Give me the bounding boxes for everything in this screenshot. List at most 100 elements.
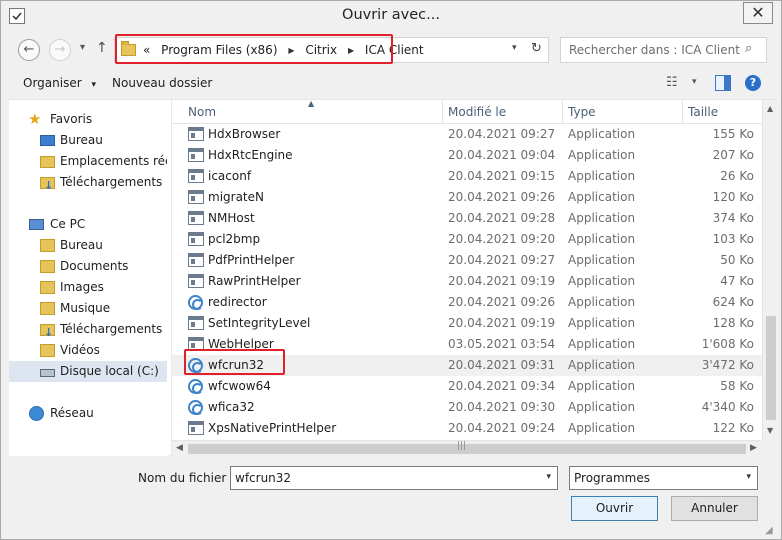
chevron-down-icon[interactable]: ▾ [546, 472, 551, 482]
network-icon [29, 406, 44, 421]
recent-locations-dropdown[interactable]: ▾ [80, 42, 85, 53]
search-icon[interactable]: ⌕ [745, 41, 752, 56]
chevron-down-icon[interactable]: ▾ [746, 472, 751, 482]
search-placeholder[interactable]: Rechercher dans : ICA Client [569, 43, 740, 57]
file-type: Application [568, 274, 636, 288]
refresh-icon[interactable]: ↻ [531, 41, 542, 56]
column-type[interactable]: Type [568, 105, 596, 119]
forward-button[interactable]: → [49, 39, 71, 61]
sidebar-item-documents[interactable]: Documents [9, 256, 167, 277]
address-dropdown-icon[interactable]: ▾ [512, 43, 517, 53]
sidebar-item-images[interactable]: Images [9, 277, 167, 298]
app-icon [188, 253, 204, 267]
file-row[interactable]: HdxBrowser 20.04.2021 09:27 Application 155… [172, 124, 762, 145]
close-button[interactable]: ✕ [743, 2, 773, 24]
sidebar-item-reseau[interactable]: Réseau [9, 403, 167, 424]
address-highlight-box [115, 34, 393, 64]
scroll-down-icon[interactable]: ▼ [767, 426, 773, 435]
file-modified: 20.04.2021 09:28 [448, 211, 556, 225]
open-with-dialog: Ouvrir avec... ✕ ← → ▾ ↑ « Program Files… [0, 0, 782, 540]
file-modified: 20.04.2021 09:30 [448, 400, 556, 414]
file-name: migrateN [208, 190, 264, 204]
sidebar-item-recent-places[interactable]: Emplacements récen [9, 151, 167, 172]
column-name[interactable]: Nom [188, 105, 216, 119]
file-row[interactable]: redirector 20.04.2021 09:26 Application 624… [172, 292, 762, 313]
view-options-icon[interactable]: ☷ [666, 75, 678, 90]
file-name: HdxBrowser [208, 127, 281, 141]
cancel-button[interactable]: Annuler [671, 496, 758, 521]
sidebar-item-favoris[interactable]: ★ Favoris [9, 109, 167, 130]
scroll-corner [762, 440, 778, 456]
citrix-icon [188, 295, 203, 310]
file-row[interactable]: XpsNativePrintHelper 20.04.2021 09:24 Appl… [172, 418, 762, 439]
sidebar-item-pc-bureau[interactable]: Bureau [9, 235, 167, 256]
file-row[interactable]: wfcwow64 20.04.2021 09:34 Application 58 Ko [172, 376, 762, 397]
view-dropdown-icon[interactable]: ▾ [692, 77, 697, 87]
vertical-scrollbar[interactable]: ▲ ▼ [762, 100, 778, 440]
file-row[interactable]: PdfPrintHelper 20.04.2021 09:27 Applicatio… [172, 250, 762, 271]
sidebar-item-downloads[interactable]: Téléchargements [9, 172, 167, 196]
selected-file-highlight-box [184, 349, 285, 375]
app-icon [188, 274, 204, 288]
sidebar-item-bureau[interactable]: Bureau [9, 130, 167, 151]
file-modified: 20.04.2021 09:27 [448, 253, 556, 267]
downloads-folder-icon [40, 322, 55, 343]
app-icon [188, 211, 204, 225]
open-button[interactable]: Ouvrir [571, 496, 658, 521]
file-type-select[interactable]: Programmes ▾ [569, 466, 758, 490]
file-type: Application [568, 148, 636, 162]
column-divider[interactable] [442, 100, 443, 124]
preview-pane-icon[interactable] [715, 75, 731, 91]
filename-value[interactable]: wfcrun32 [235, 471, 291, 485]
horizontal-scrollbar[interactable]: ◀ ||| ▶ [172, 440, 762, 456]
file-row[interactable]: wfica32 20.04.2021 09:30 Application 4'340 … [172, 397, 762, 418]
help-icon[interactable]: ? [745, 75, 761, 91]
sidebar-item-pc-downloads[interactable]: Téléchargements [9, 319, 167, 343]
file-row[interactable]: migrateN 20.04.2021 09:26 Application 120 K… [172, 187, 762, 208]
scroll-left-icon[interactable]: ◀ [176, 443, 183, 453]
file-rows: HdxBrowser 20.04.2021 09:27 Application 155… [172, 124, 762, 440]
file-modified: 20.04.2021 09:19 [448, 316, 556, 330]
sort-ascending-icon: ▲ [308, 99, 315, 108]
recent-places-icon [40, 156, 55, 168]
citrix-icon [188, 379, 203, 394]
file-size: 58 Ko [720, 379, 754, 393]
column-divider[interactable] [682, 100, 683, 124]
file-row[interactable]: icaconf 20.04.2021 09:15 Application 26 Ko [172, 166, 762, 187]
file-row[interactable]: pcl2bmp 20.04.2021 09:20 Application 103 Ko [172, 229, 762, 250]
file-type-value[interactable]: Programmes [574, 471, 650, 485]
file-modified: 20.04.2021 09:26 [448, 295, 556, 309]
column-divider[interactable] [562, 100, 563, 124]
folder-icon [40, 302, 55, 315]
sidebar-item-musique[interactable]: Musique [9, 298, 167, 319]
file-size: 4'340 Ko [701, 400, 754, 414]
up-button[interactable]: ↑ [96, 40, 108, 56]
scroll-up-icon[interactable]: ▲ [767, 104, 773, 113]
file-type: Application [568, 211, 636, 225]
file-modified: 20.04.2021 09:15 [448, 169, 556, 183]
search-box[interactable]: Rechercher dans : ICA Client ⌕ [560, 37, 767, 63]
vertical-scroll-thumb[interactable] [766, 316, 776, 420]
resize-grip-icon[interactable]: ◢ [765, 525, 773, 536]
organize-button[interactable]: Organiser ▾ [23, 76, 96, 90]
file-type: Application [568, 400, 636, 414]
sidebar-item-videos[interactable]: Vidéos [9, 340, 167, 361]
new-folder-button[interactable]: Nouveau dossier [112, 76, 212, 90]
scroll-right-icon[interactable]: ▶ [750, 443, 757, 453]
app-icon [188, 421, 204, 435]
file-row[interactable]: SetIntegrityLevel 20.04.2021 09:19 Applica… [172, 313, 762, 334]
sidebar-item-ce-pc[interactable]: Ce PC [9, 214, 167, 235]
column-modified[interactable]: Modifié le [448, 105, 506, 119]
file-name: icaconf [208, 169, 252, 183]
file-row[interactable]: NMHost 20.04.2021 09:28 Application 374 Ko [172, 208, 762, 229]
column-size[interactable]: Taille [688, 105, 718, 119]
horizontal-scroll-thumb[interactable] [188, 444, 746, 454]
back-button[interactable]: ← [18, 39, 40, 61]
file-list: ▲ Nom Modifié le Type Taille HdxBrowser 2… [171, 99, 778, 456]
file-row[interactable]: HdxRtcEngine 20.04.2021 09:04 Application 2… [172, 145, 762, 166]
sidebar-item-label: Emplacements récen [60, 154, 167, 168]
filename-field[interactable]: wfcrun32 ▾ [230, 466, 558, 490]
sidebar-item-label: Disque local (C:) [60, 364, 159, 378]
sidebar-item-local-disk[interactable]: Disque local (C:) [9, 361, 167, 382]
file-row[interactable]: RawPrintHelper 20.04.2021 09:19 Applicatio… [172, 271, 762, 292]
